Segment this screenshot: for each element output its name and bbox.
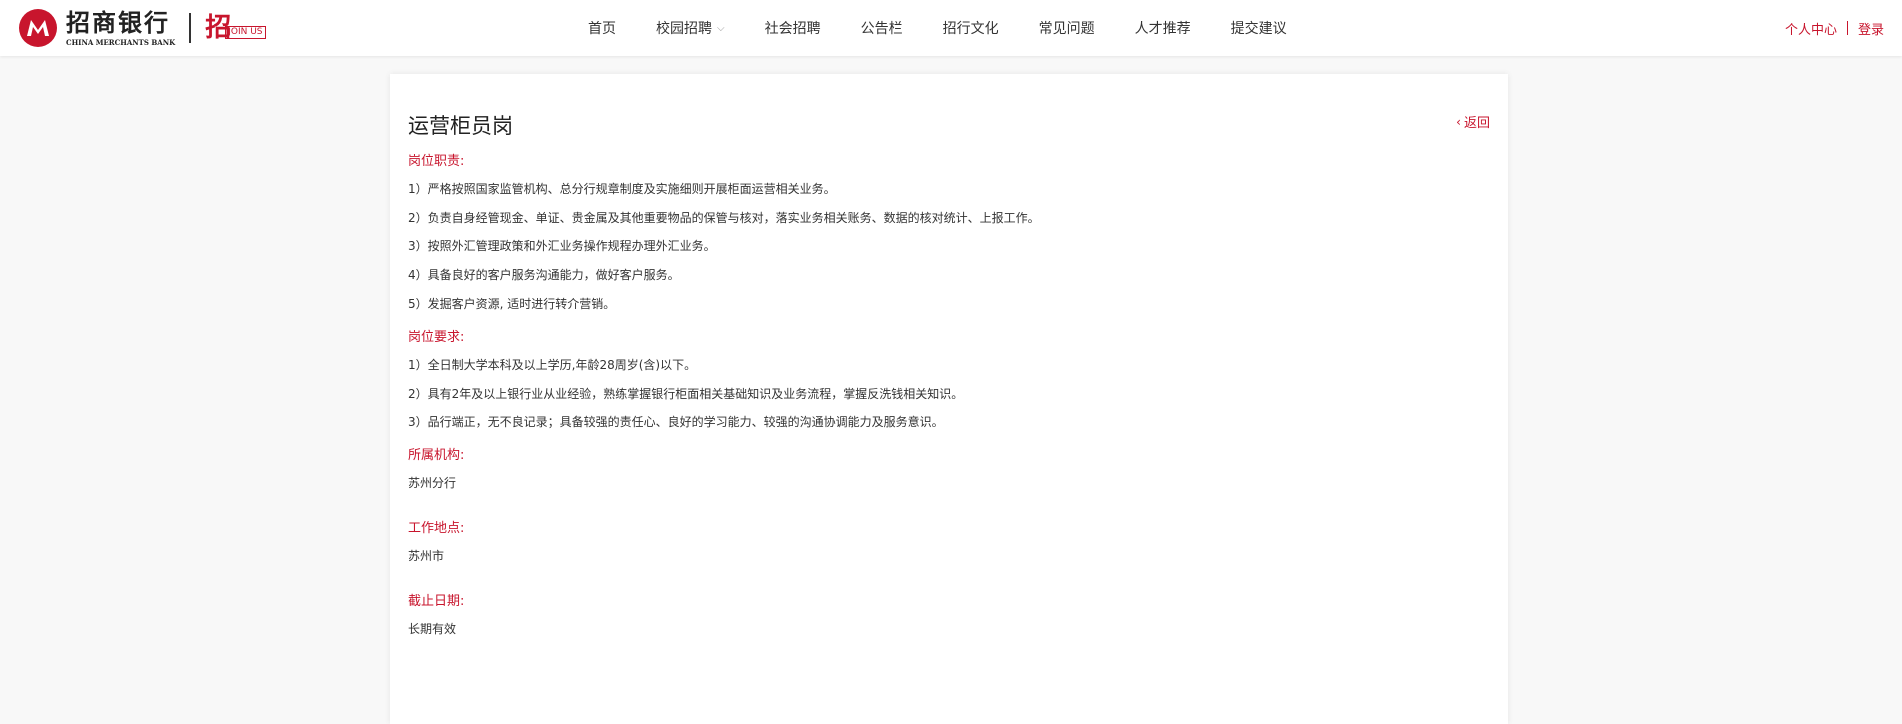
deadline-heading: 截止日期: (408, 594, 465, 609)
requirement-item: 1）全日制大学本科及以上学历,年龄28周岁(含)以下。 (408, 358, 697, 372)
nav-bulletin[interactable]: 公告栏 (861, 18, 903, 38)
org-heading: 所属机构: (408, 448, 465, 463)
top-header: 招商银行 CHINA MERCHANTS BANK 招 JOIN US 首页 校… (0, 0, 1902, 56)
nav-faq-label: 常见问题 (1038, 21, 1095, 37)
nav-social-recruitment[interactable]: 社会招聘 (765, 18, 821, 38)
job-title: 运营柜员岗 (408, 114, 513, 138)
location-heading: 工作地点: (408, 521, 465, 536)
back-label: 返回 (1463, 116, 1490, 131)
deadline-value: 长期有效 (408, 622, 457, 636)
joinus-en-text: JOIN US (225, 26, 266, 39)
nav-talent-referral[interactable]: 人才推荐 (1135, 18, 1191, 38)
nav-campus-recruitment[interactable]: 校园招聘 ⌵ (656, 18, 725, 38)
login-link[interactable]: 登录 (1858, 19, 1884, 38)
user-links: 个人中心 登录 (1785, 0, 1884, 56)
nav-home-label: 首页 (588, 21, 616, 37)
nav-referral-label: 人才推荐 (1134, 21, 1191, 37)
logo-en-text: CHINA MERCHANTS BANK (66, 37, 176, 47)
cmb-logo-icon (19, 9, 57, 47)
requirements-heading: 岗位要求: (408, 330, 465, 345)
joinus-logo: 招 JOIN US (205, 15, 266, 41)
duty-item: 3）按照外汇管理政策和外汇业务操作规程办理外汇业务。 (408, 239, 716, 253)
nav-suggestions-label: 提交建议 (1230, 21, 1287, 37)
nav-home[interactable]: 首页 (588, 18, 616, 38)
duties-heading: 岗位职责: (408, 154, 465, 169)
nav-bulletin-label: 公告栏 (860, 21, 903, 37)
duty-item: 2）负责自身经管现金、单证、贵金属及其他重要物品的保管与核对，落实业务相关账务、… (408, 211, 1040, 225)
requirement-item: 3）品行端正，无不良记录；具备较强的责任心、良好的学习能力、较强的沟通协调能力及… (408, 415, 944, 429)
org-value: 苏州分行 (408, 476, 457, 490)
nav-faq[interactable]: 常见问题 (1039, 18, 1095, 38)
user-center-link[interactable]: 个人中心 (1785, 19, 1837, 38)
nav-suggestions[interactable]: 提交建议 (1231, 18, 1287, 38)
duty-item: 5）发掘客户资源, 适时进行转介营销。 (408, 297, 616, 311)
duty-item: 1）严格按照国家监管机构、总分行规章制度及实施细则开展柜面运营相关业务。 (408, 182, 836, 196)
nav-social-label: 社会招聘 (764, 21, 821, 37)
requirement-item: 2）具有2年及以上银行业从业经验，熟练掌握银行柜面相关基础知识及业务流程，掌握反… (408, 387, 964, 401)
chevron-left-icon: ‹ (1456, 114, 1461, 129)
bank-logo[interactable]: 招商银行 CHINA MERCHANTS BANK 招 JOIN US (18, 8, 266, 48)
job-detail-card: 运营柜员岗 ‹ 返回 岗位职责: 1）严格按照国家监管机构、总分行规章制度及实施… (390, 74, 1508, 724)
main-nav: 首页 校园招聘 ⌵ 社会招聘 公告栏 招行文化 常见问题 人才推荐 提交建议 (588, 0, 1327, 56)
back-link[interactable]: ‹ 返回 (1456, 112, 1490, 132)
nav-culture[interactable]: 招行文化 (943, 18, 999, 38)
logo-divider (189, 13, 192, 43)
logo-cn-text: 招商银行 (66, 7, 170, 37)
chevron-down-icon: ⌵ (717, 22, 725, 34)
location-value: 苏州市 (408, 549, 445, 563)
nav-campus-label: 校园招聘 (656, 21, 712, 37)
duty-item: 4）具备良好的客户服务沟通能力，做好客户服务。 (408, 268, 680, 282)
user-links-divider (1846, 21, 1848, 35)
nav-culture-label: 招行文化 (942, 21, 999, 37)
